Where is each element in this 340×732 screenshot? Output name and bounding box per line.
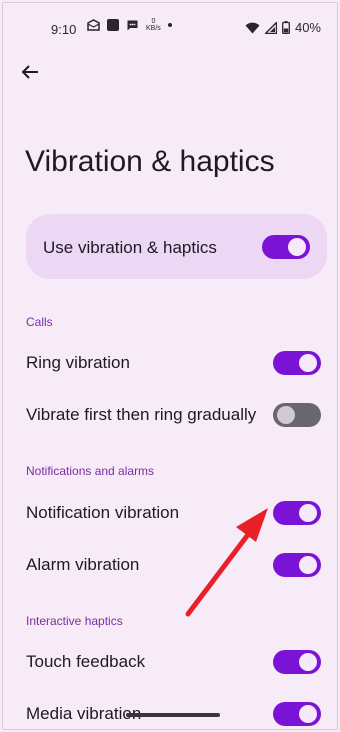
more-notifications-icon (167, 23, 172, 27)
toggle-knob (299, 354, 317, 372)
battery-percent: 40% (294, 20, 321, 35)
section-header-notifications: Notifications and alarms (26, 464, 155, 478)
section-header-interactive-haptics: Interactive haptics (26, 614, 123, 628)
toggle-switch[interactable] (273, 501, 321, 525)
toggle-switch[interactable] (273, 553, 321, 577)
section-header-calls: Calls (26, 315, 53, 329)
toggle-knob (288, 238, 306, 256)
toggle-knob (299, 504, 317, 522)
toggle-switch[interactable] (273, 403, 321, 427)
setting-label: Notification vibration (26, 503, 180, 522)
setting-row-media-vibration[interactable]: Media vibration (3, 689, 337, 729)
net-speed-unit: KB/s (146, 25, 161, 32)
setting-row-vibrate-first[interactable]: Vibrate first then ring gradually (3, 390, 337, 440)
master-toggle-label: Use vibration & haptics (43, 238, 217, 257)
toggle-switch[interactable] (273, 702, 321, 726)
toggle-knob (299, 705, 317, 723)
setting-row-touch-feedback[interactable]: Touch feedback (3, 637, 337, 687)
toggle-switch[interactable] (273, 351, 321, 375)
setting-row-alarm-vibration[interactable]: Alarm vibration (3, 540, 337, 590)
setting-label: Alarm vibration (26, 555, 140, 574)
setting-label: Vibrate first then ring gradually (26, 405, 257, 424)
notification-icons: 0 KB/s (87, 18, 172, 32)
toggle-switch[interactable] (273, 650, 321, 674)
settings-screen: 9:10 0 KB/s 40% Vibration & haptics Use … (2, 2, 338, 730)
page-title: Vibration & haptics (25, 145, 275, 178)
status-time: 9:10 (51, 22, 77, 37)
master-toggle-switch[interactable] (262, 235, 310, 259)
network-speed: 0 KB/s (146, 18, 161, 32)
setting-label: Media vibration (26, 704, 142, 723)
gesture-nav-bar[interactable] (126, 713, 220, 717)
toggle-knob (299, 653, 317, 671)
system-icons: 40% (245, 20, 321, 35)
toggle-knob (299, 556, 317, 574)
setting-label: Touch feedback (26, 652, 146, 671)
setting-row-notification-vibration[interactable]: Notification vibration (3, 488, 337, 538)
signal-icon (264, 21, 277, 34)
toggle-knob (277, 406, 295, 424)
chat-icon (127, 20, 138, 30)
mail-icon (87, 19, 100, 31)
setting-row-ring-vibration[interactable]: Ring vibration (3, 338, 337, 388)
battery-icon (282, 21, 290, 34)
status-bar: 9:10 0 KB/s 40% (3, 3, 337, 53)
master-vibration-toggle-card[interactable]: Use vibration & haptics (26, 214, 327, 279)
net-speed-value: 0 (151, 18, 156, 25)
back-arrow-icon[interactable] (18, 60, 42, 84)
square-app-icon (107, 19, 119, 31)
setting-label: Ring vibration (26, 353, 130, 372)
wifi-icon (245, 22, 260, 33)
